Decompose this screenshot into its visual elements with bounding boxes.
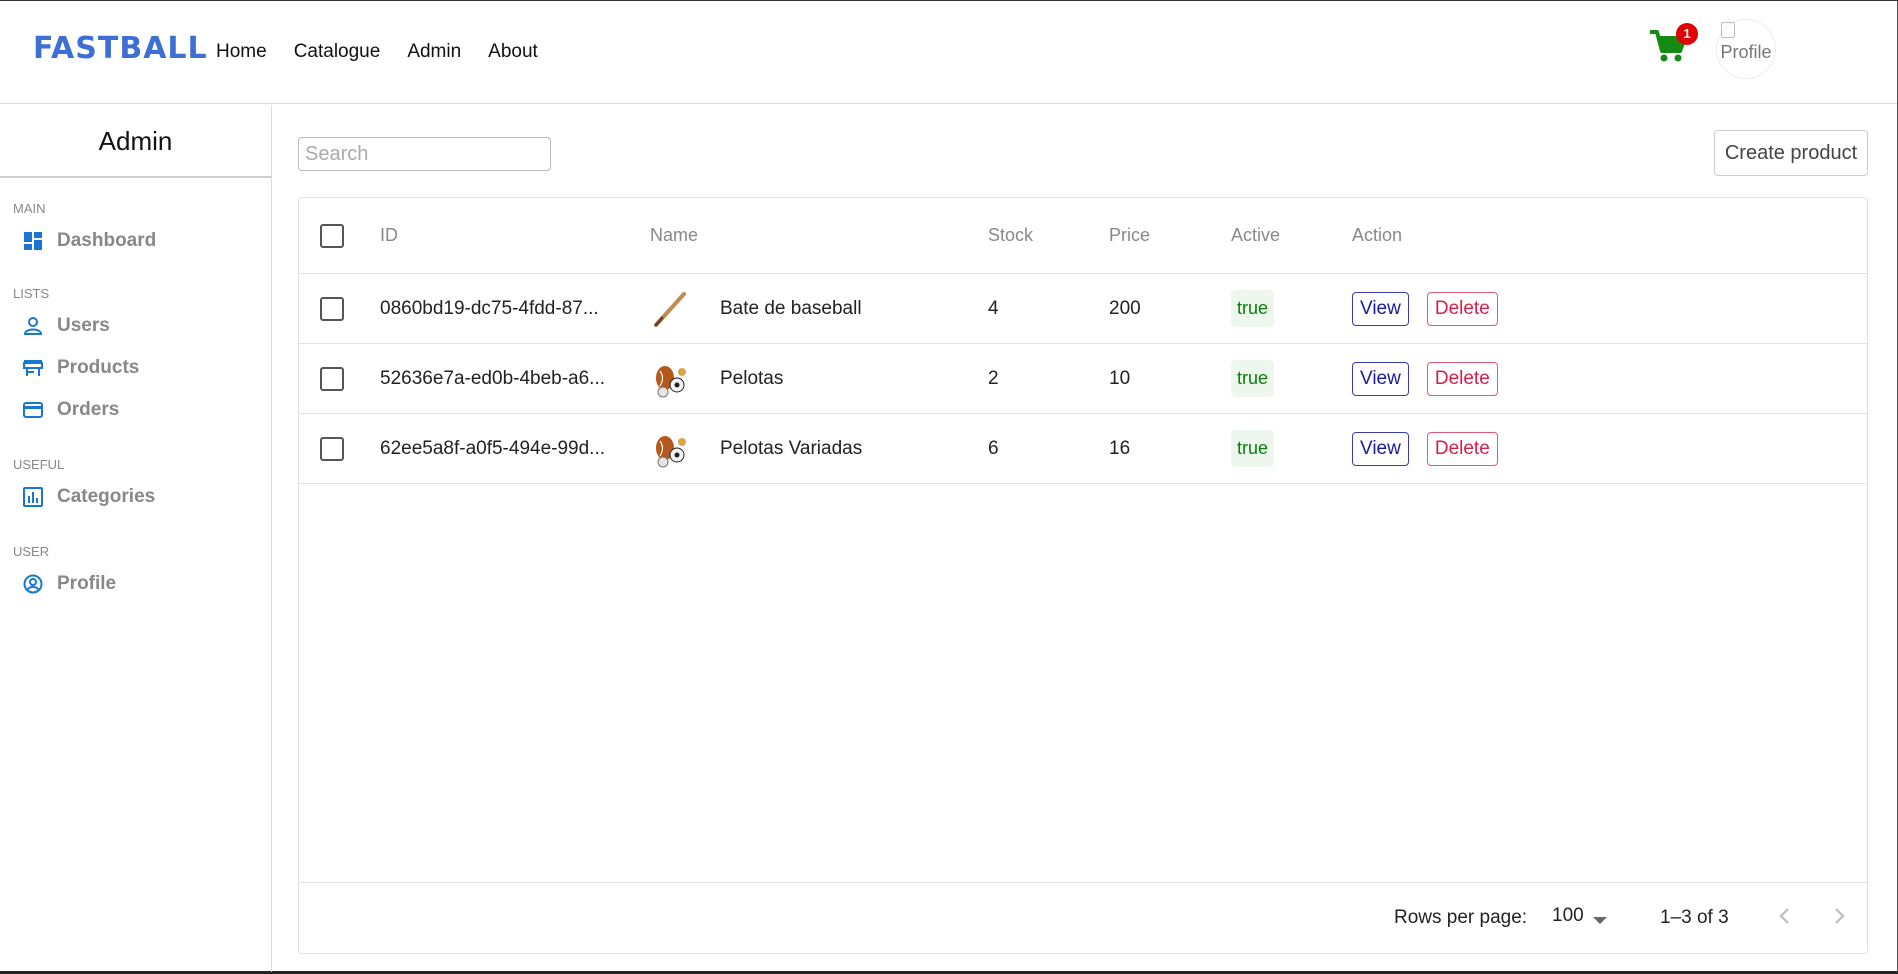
- product-name-cell: Pelotas Variadas: [650, 414, 862, 483]
- select-all-cell: [320, 198, 344, 273]
- section-label-lists: LISTS: [13, 286, 50, 301]
- sidebar-title: Admin: [0, 105, 271, 178]
- row-checkbox[interactable]: [320, 296, 344, 321]
- product-stock: 6: [988, 437, 999, 459]
- column-header-id[interactable]: ID: [380, 198, 398, 273]
- sidebar-item-profile[interactable]: Profile: [0, 563, 271, 605]
- section-label-useful: USEFUL: [13, 457, 65, 472]
- sidebar-item-label: Dashboard: [57, 230, 157, 251]
- sidebar-item-label: Orders: [57, 399, 120, 420]
- column-header-action: Action: [1352, 225, 1403, 245]
- product-thumbnail: [656, 365, 686, 397]
- product-name: Bate de baseball: [720, 297, 862, 319]
- product-thumbnail: [654, 291, 686, 327]
- product-thumbnail: [656, 435, 686, 467]
- product-price: 10: [1109, 367, 1131, 389]
- nav-about-link[interactable]: About: [488, 41, 538, 63]
- row-select-cell: [320, 344, 344, 413]
- chevron-right-icon[interactable]: [1824, 901, 1854, 931]
- product-name: Pelotas Variadas: [720, 437, 863, 459]
- row-checkbox[interactable]: [320, 436, 344, 461]
- column-header-price[interactable]: Price: [1109, 198, 1150, 273]
- section-label-user: USER: [13, 544, 50, 559]
- sidebar-item-label: Users: [57, 315, 110, 336]
- sidebar-item-orders[interactable]: Orders: [0, 389, 271, 431]
- chevron-left-icon[interactable]: [1770, 901, 1800, 931]
- product-id: 52636e7a-ed0b-4beb-a6...: [380, 367, 606, 389]
- table-header-row: ID Name Stock Price Active Action: [299, 198, 1867, 274]
- product-id: 0860bd19-dc75-4fdd-87...: [380, 297, 599, 319]
- top-navbar: FASTBALL Home Catalogue Admin About 1 Pr…: [0, 1, 1897, 104]
- profile-avatar[interactable]: Profile: [1716, 19, 1776, 79]
- product-id: 62ee5a8f-a0f5-494e-99d...: [380, 437, 606, 459]
- create-product-button[interactable]: Create product: [1714, 130, 1868, 176]
- sidebar-item-products[interactable]: Products: [0, 347, 271, 389]
- table-pagination: Rows per page: 100 1–3 of 3: [299, 882, 1867, 954]
- product-name-cell: Bate de baseball: [650, 274, 862, 343]
- status-badge: true: [1231, 290, 1275, 327]
- rows-per-page-select[interactable]: 100: [1552, 905, 1584, 927]
- search-input[interactable]: [298, 137, 551, 171]
- rows-per-page-label: Rows per page:: [1394, 907, 1528, 928]
- active-cell: true: [1231, 414, 1275, 483]
- delete-button[interactable]: Delete: [1426, 291, 1498, 326]
- sidebar-item-label: Categories: [57, 486, 156, 507]
- broken-image-icon: [1721, 22, 1735, 38]
- view-button[interactable]: View: [1352, 431, 1409, 466]
- column-header-active[interactable]: Active: [1231, 198, 1280, 273]
- view-button[interactable]: View: [1352, 361, 1409, 396]
- sidebar-item-label: Products: [57, 357, 140, 378]
- table-row[interactable]: 62ee5a8f-a0f5-494e-99d... Pelotas Variad…: [299, 414, 1867, 484]
- main-nav: Home Catalogue Admin About: [216, 41, 538, 63]
- sidebar-item-label: Profile: [57, 573, 117, 594]
- brand-logo[interactable]: FASTBALL: [33, 31, 208, 66]
- product-stock: 4: [988, 297, 999, 319]
- row-checkbox[interactable]: [320, 366, 344, 391]
- active-cell: true: [1231, 344, 1275, 413]
- section-label-main: MAIN: [13, 201, 46, 216]
- product-name-cell: Pelotas: [650, 344, 783, 413]
- sidebar-item-dashboard[interactable]: Dashboard: [0, 220, 271, 262]
- nav-home-link[interactable]: Home: [216, 41, 267, 63]
- row-select-cell: [320, 274, 344, 343]
- pagination-range: 1–3 of 3: [1660, 907, 1729, 928]
- product-stock: 2: [988, 367, 999, 389]
- credit-card-icon: [22, 399, 44, 421]
- nav-admin-link[interactable]: Admin: [407, 41, 461, 63]
- delete-button[interactable]: Delete: [1426, 431, 1498, 466]
- view-button[interactable]: View: [1352, 291, 1409, 326]
- table-row[interactable]: 0860bd19-dc75-4fdd-87... Bate de basebal…: [299, 274, 1867, 344]
- column-header-stock[interactable]: Stock: [988, 198, 1033, 273]
- account-circle-icon: [22, 573, 44, 595]
- admin-sidebar: Admin MAIN Dashboard LISTS Users Product…: [0, 105, 272, 972]
- status-badge: true: [1231, 360, 1275, 397]
- select-all-checkbox[interactable]: [320, 223, 344, 248]
- cart-count-badge: 1: [1676, 23, 1698, 45]
- store-icon: [22, 357, 44, 379]
- bar-chart-icon: [22, 486, 44, 508]
- action-cell: View Delete: [1352, 414, 1498, 483]
- chevron-down-icon[interactable]: [1593, 917, 1607, 924]
- product-price: 16: [1109, 437, 1131, 459]
- delete-button[interactable]: Delete: [1426, 361, 1498, 396]
- user-icon: [22, 315, 44, 337]
- active-cell: true: [1231, 274, 1275, 343]
- nav-catalogue-link[interactable]: Catalogue: [294, 41, 381, 63]
- row-select-cell: [320, 414, 344, 483]
- status-badge: true: [1231, 430, 1275, 467]
- product-name: Pelotas: [720, 367, 784, 389]
- sidebar-item-categories[interactable]: Categories: [0, 476, 271, 518]
- product-price: 200: [1109, 297, 1141, 319]
- table-row[interactable]: 52636e7a-ed0b-4beb-a6... Pelotas 2 10 tr…: [299, 344, 1867, 414]
- action-cell: View Delete: [1352, 344, 1498, 413]
- dashboard-icon: [22, 230, 44, 252]
- action-cell: View Delete: [1352, 274, 1498, 343]
- sidebar-item-users[interactable]: Users: [0, 305, 271, 347]
- avatar-alt-text: Profile: [1720, 42, 1772, 62]
- products-table: ID Name Stock Price Active Action 0860bd…: [298, 197, 1868, 954]
- column-header-name[interactable]: Name: [650, 198, 698, 273]
